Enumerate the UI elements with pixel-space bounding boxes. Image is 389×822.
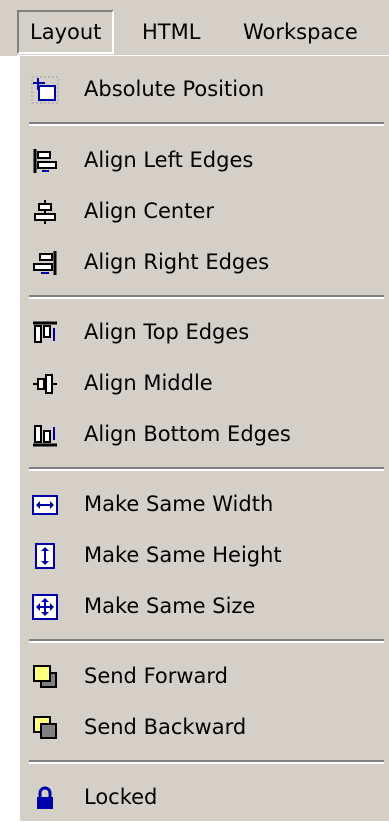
same-size-icon <box>31 593 59 621</box>
menu-item-align-left-edges[interactable]: Align Left Edges <box>19 135 389 185</box>
layout-dropdown-menu: Absolute Position Align Left Edges Align… <box>17 55 389 821</box>
menu-separator <box>29 122 384 126</box>
menu-item-label: Align Top Edges <box>84 320 250 344</box>
menu-item-label: Align Middle <box>84 371 213 395</box>
menu-item-align-top-edges[interactable]: Align Top Edges <box>19 307 389 357</box>
menu-separator <box>29 295 384 299</box>
align-bottom-icon <box>31 421 59 449</box>
menu-item-label: Absolute Position <box>84 77 265 101</box>
menu-item-align-bottom-edges[interactable]: Align Bottom Edges <box>19 409 389 459</box>
menu-item-absolute-position[interactable]: Absolute Position <box>19 64 389 114</box>
menu-item-send-backward[interactable]: Send Backward <box>19 702 389 752</box>
menu-item-label: Align Right Edges <box>84 250 270 274</box>
menu-item-label: Align Center <box>84 199 215 223</box>
align-right-icon <box>31 249 59 277</box>
absolute-position-icon <box>31 76 59 104</box>
menu-item-label: Align Bottom Edges <box>84 422 291 446</box>
menu-workspace[interactable]: Workspace <box>232 10 369 54</box>
menu-item-label: Locked <box>84 785 158 809</box>
menu-separator <box>29 639 384 643</box>
menu-item-align-right-edges[interactable]: Align Right Edges <box>19 237 389 287</box>
menu-separator <box>29 760 384 764</box>
send-forward-icon <box>31 663 59 691</box>
align-center-icon <box>31 198 59 226</box>
menu-item-send-forward[interactable]: Send Forward <box>19 651 389 701</box>
lock-icon <box>31 784 59 812</box>
menu-item-align-center[interactable]: Align Center <box>19 186 389 236</box>
menu-item-label: Align Left Edges <box>84 148 254 172</box>
menu-item-make-same-width[interactable]: Make Same Width <box>19 479 389 529</box>
align-left-icon <box>31 147 59 175</box>
menu-item-make-same-height[interactable]: Make Same Height <box>19 530 389 580</box>
menu-bar: Layout HTML Workspace <box>0 0 389 56</box>
send-backward-icon <box>31 714 59 742</box>
menu-item-locked[interactable]: Locked <box>19 772 389 822</box>
align-middle-icon <box>31 370 59 398</box>
menu-item-label: Make Same Height <box>84 543 282 567</box>
menu-item-label: Send Backward <box>84 715 247 739</box>
menu-item-label: Make Same Width <box>84 492 274 516</box>
menu-html[interactable]: HTML <box>131 10 211 54</box>
menu-item-make-same-size[interactable]: Make Same Size <box>19 581 389 631</box>
menu-item-label: Make Same Size <box>84 594 256 618</box>
menu-item-align-middle[interactable]: Align Middle <box>19 358 389 408</box>
menu-item-label: Send Forward <box>84 664 229 688</box>
menu-separator <box>29 467 384 471</box>
align-top-icon <box>31 319 59 347</box>
menu-layout[interactable]: Layout <box>17 10 115 54</box>
same-width-icon <box>31 491 59 519</box>
same-height-icon <box>31 542 59 570</box>
